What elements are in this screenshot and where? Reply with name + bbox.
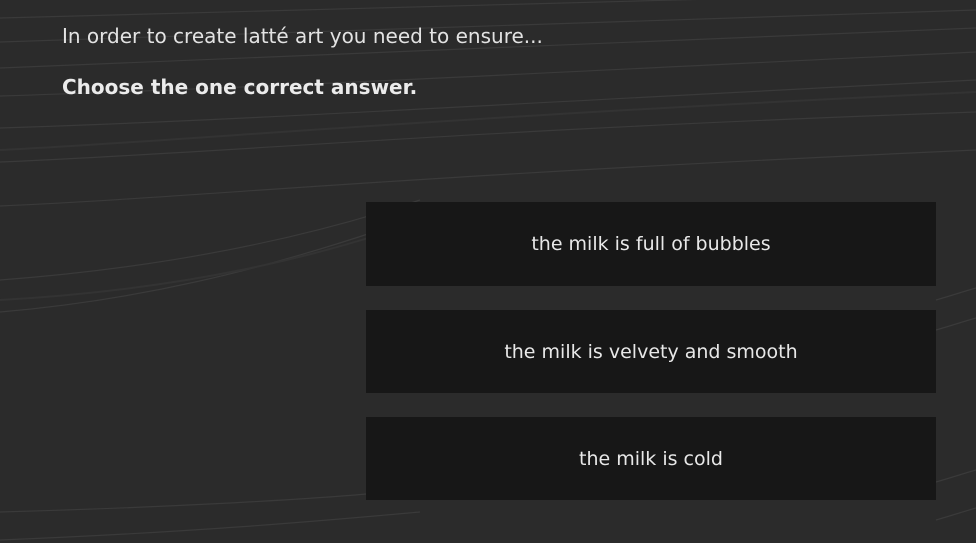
answer-option-label: the milk is velvety and smooth bbox=[504, 340, 798, 363]
answer-option-cold[interactable]: the milk is cold bbox=[366, 417, 936, 500]
quiz-screen: In order to create latté art you need to… bbox=[0, 0, 976, 543]
answer-option-bubbles[interactable]: the milk is full of bubbles bbox=[366, 202, 936, 286]
question-text: In order to create latté art you need to… bbox=[62, 24, 543, 48]
instruction-text: Choose the one correct answer. bbox=[62, 75, 418, 99]
answer-option-label: the milk is full of bubbles bbox=[531, 233, 771, 255]
answer-option-velvety[interactable]: the milk is velvety and smooth bbox=[366, 310, 936, 393]
answer-option-label: the milk is cold bbox=[579, 447, 723, 470]
